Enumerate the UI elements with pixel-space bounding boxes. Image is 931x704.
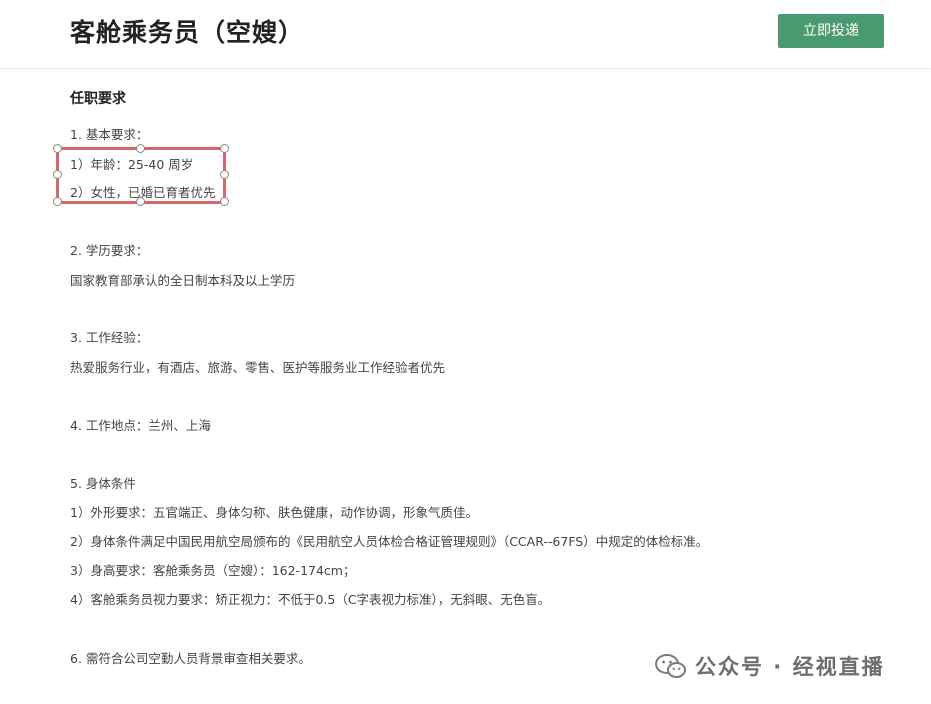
- experience-heading: 3. 工作经验：: [70, 330, 149, 345]
- section-title: 任职要求: [70, 91, 126, 107]
- physical-vision: 4）客舱乘务员视力要求：矫正视力：不低于0.5（C字表视力标准），无斜眼、无色盲…: [70, 592, 551, 607]
- education-heading: 2. 学历要求：: [70, 243, 149, 258]
- background-check-text: 6. 需符合公司空勤人员背景审查相关要求。: [70, 651, 311, 666]
- watermark-text: 公众号 · 经视直播: [695, 655, 885, 679]
- resize-handle-top-left[interactable]: [53, 144, 62, 153]
- resize-handle-top-right[interactable]: [220, 144, 229, 153]
- experience-text: 热爱服务行业，有酒店、旅游、零售、医护等服务业工作经验者优先: [70, 360, 446, 375]
- physical-height: 3）身高要求：客舱乘务员（空嫂）：162-174cm；: [70, 563, 356, 578]
- watermark: 公众号 · 经视直播: [655, 650, 885, 682]
- physical-health: 2）身体条件满足中国民用航空局颁布的《民用航空人员体检合格证管理规则》（CCAR…: [70, 534, 709, 549]
- apply-button[interactable]: 立即投递: [778, 14, 884, 48]
- resize-handle-bottom-right[interactable]: [220, 197, 229, 206]
- wechat-icon: [655, 654, 686, 678]
- selection-box[interactable]: [53, 144, 229, 206]
- location-text: 4. 工作地点：兰州、上海: [70, 418, 211, 433]
- resize-handle-bottom-left[interactable]: [53, 197, 62, 206]
- education-text: 国家教育部承认的全日制本科及以上学历: [70, 273, 296, 288]
- resize-handle-bottom[interactable]: [136, 197, 145, 206]
- page-header: 客舱乘务员（空嫂） 立即投递: [0, 0, 931, 69]
- basic-requirements-heading: 1. 基本要求：: [70, 127, 149, 142]
- job-title: 客舱乘务员（空嫂）: [70, 18, 305, 47]
- resize-handle-right[interactable]: [220, 170, 229, 179]
- resize-handle-top[interactable]: [136, 144, 145, 153]
- resize-handle-left[interactable]: [53, 170, 62, 179]
- physical-heading: 5. 身体条件: [70, 476, 136, 491]
- physical-appearance: 1）外形要求：五官端正、身体匀称、肤色健康，动作协调，形象气质佳。: [70, 505, 478, 520]
